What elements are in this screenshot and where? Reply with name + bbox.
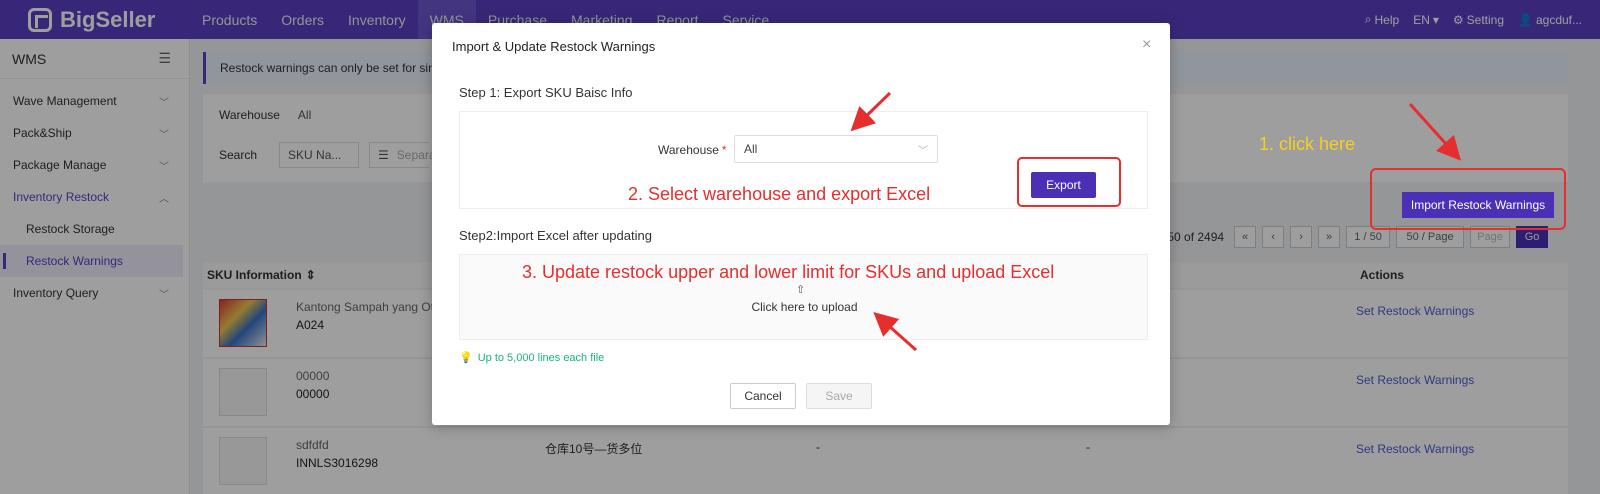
warehouse-label: Warehouse *: [658, 143, 727, 157]
upload-text: Click here to upload: [751, 300, 858, 314]
annotation-step-2: 2. Select warehouse and export Excel: [628, 184, 931, 204]
annotation-highlight-import: [1370, 168, 1566, 230]
step2-title: Step2:Import Excel after updating: [459, 228, 652, 243]
modal-title: Import & Update Restock Warnings: [452, 39, 656, 54]
export-panel: Warehouse * All ﹀ 2. Select warehouse and…: [459, 111, 1148, 209]
chevron-down-icon: ﹀: [918, 145, 928, 157]
required-mark: *: [721, 143, 727, 157]
cancel-button[interactable]: Cancel: [730, 383, 796, 409]
annotation-step-1: 1. click here: [1259, 134, 1356, 154]
upload-icon: ⇧: [796, 284, 806, 296]
step1-title: Step 1: Export SKU Baisc Info: [459, 85, 633, 100]
warehouse-select[interactable]: All ﹀: [734, 135, 938, 163]
annotation-highlight-export: [1017, 157, 1121, 207]
annotation-step-3: 3. Update restock upper and lower limit …: [522, 262, 1055, 282]
save-button[interactable]: Save: [806, 383, 872, 409]
file-limit-tip: 💡 Up to 5,000 lines each file: [459, 351, 605, 365]
upload-dropzone[interactable]: 3. Update restock upper and lower limit …: [459, 254, 1148, 340]
import-restock-modal: Import & Update Restock Warnings × Step …: [432, 23, 1170, 425]
lightbulb-icon: 💡: [459, 352, 473, 364]
close-icon[interactable]: ×: [1142, 36, 1151, 54]
